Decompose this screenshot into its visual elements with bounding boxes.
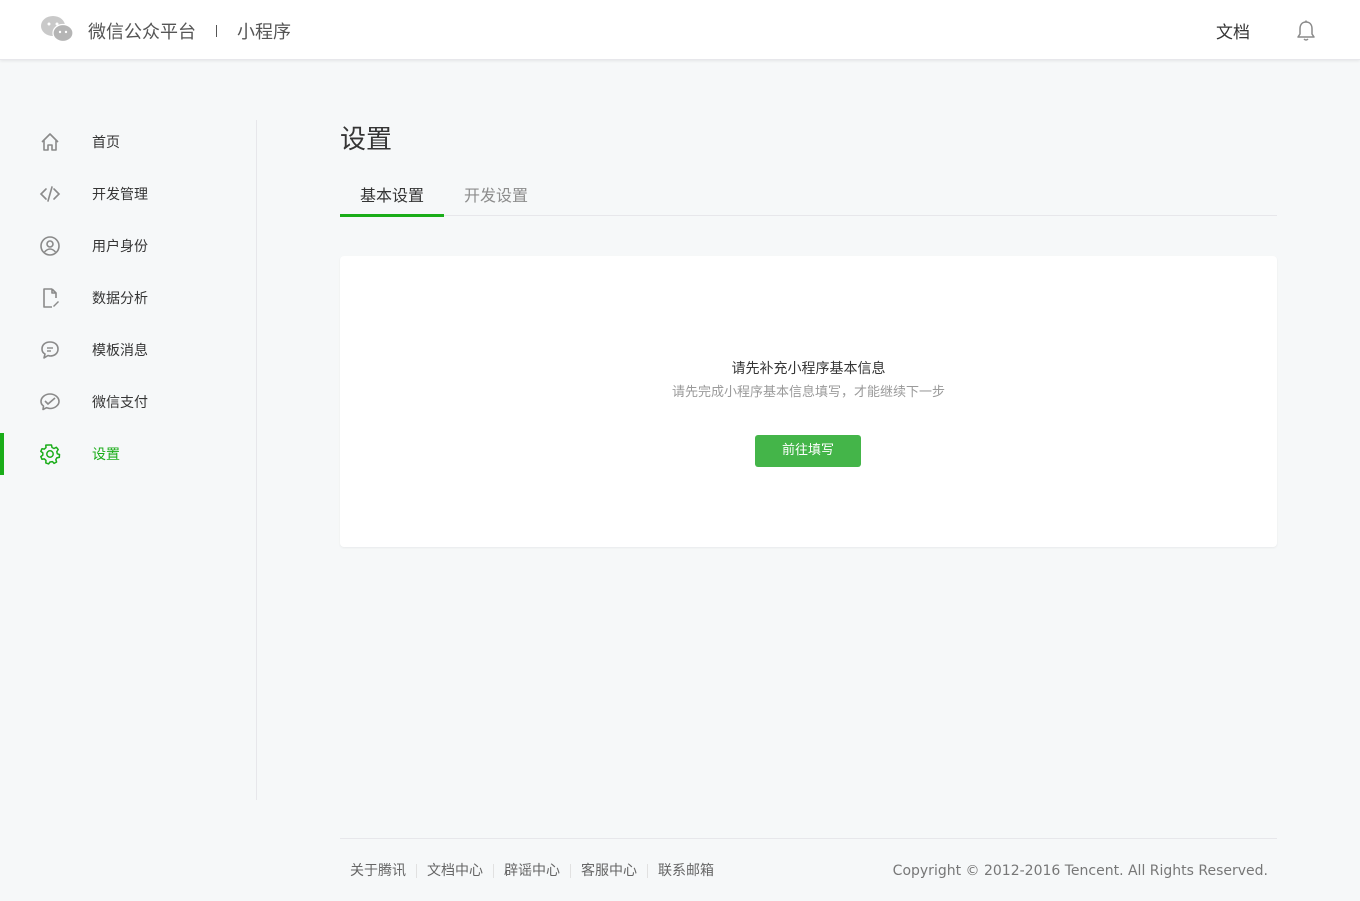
footer-links: 关于腾讯 文档中心 辟谣中心 客服中心 联系邮箱 xyxy=(340,863,724,879)
brand: 微信公众平台 小程序 xyxy=(88,18,291,44)
sidebar-item-label: 开发管理 xyxy=(92,187,148,203)
page-title: 设置 xyxy=(340,125,393,155)
sidebar-item-label: 微信支付 xyxy=(92,395,148,411)
footer: 关于腾讯 文档中心 辟谣中心 客服中心 联系邮箱 Copyright © 201… xyxy=(340,838,1277,901)
footer-link-rumor[interactable]: 辟谣中心 xyxy=(494,863,570,879)
footer-link-about[interactable]: 关于腾讯 xyxy=(340,863,416,879)
sidebar-item-dev-management[interactable]: 开发管理 xyxy=(0,168,256,220)
home-icon xyxy=(39,131,61,153)
sidebar-divider xyxy=(256,120,257,800)
sidebar-item-label: 数据分析 xyxy=(92,291,148,307)
user-icon xyxy=(39,235,61,257)
bell-icon[interactable] xyxy=(1296,20,1316,42)
card-title: 请先补充小程序基本信息 xyxy=(731,361,886,377)
tab-basic-settings[interactable]: 基本设置 xyxy=(340,178,445,217)
header-actions: 文档 xyxy=(1216,18,1316,43)
footer-link-docs[interactable]: 文档中心 xyxy=(417,863,493,879)
sidebar: 首页 开发管理 用户身份 数据分析 模板消息 微信支付 设置 xyxy=(0,116,256,480)
sidebar-item-home[interactable]: 首页 xyxy=(0,116,256,168)
sidebar-item-label: 模板消息 xyxy=(92,343,148,359)
code-icon xyxy=(39,183,61,205)
sidebar-item-wechat-pay[interactable]: 微信支付 xyxy=(0,376,256,428)
copyright: Copyright © 2012-2016 Tencent. All Right… xyxy=(892,863,1268,879)
sidebar-item-label: 用户身份 xyxy=(92,239,148,255)
footer-link-support[interactable]: 客服中心 xyxy=(571,863,647,879)
card-description: 请先完成小程序基本信息填写，才能继续下一步 xyxy=(671,385,945,400)
payment-icon xyxy=(39,391,61,413)
footer-link-email[interactable]: 联系邮箱 xyxy=(648,863,724,879)
go-fill-button[interactable]: 前往填写 xyxy=(755,435,861,467)
brand-separator xyxy=(216,25,217,37)
product-name: 小程序 xyxy=(237,22,291,43)
top-header: 微信公众平台 小程序 文档 xyxy=(0,0,1360,60)
sidebar-item-settings[interactable]: 设置 xyxy=(0,428,256,480)
tab-dev-settings[interactable]: 开发设置 xyxy=(444,178,548,216)
brand-name[interactable]: 微信公众平台 xyxy=(88,18,196,44)
wechat-logo-icon[interactable] xyxy=(40,14,74,44)
main-content: 设置 基本设置 开发设置 请先补充小程序基本信息 请先完成小程序基本信息填写，才… xyxy=(340,120,1277,547)
settings-tabs: 基本设置 开发设置 xyxy=(340,178,1277,217)
doc-link[interactable]: 文档 xyxy=(1216,18,1250,43)
sidebar-item-template-message[interactable]: 模板消息 xyxy=(0,324,256,376)
sidebar-item-label: 设置 xyxy=(92,447,120,463)
document-chart-icon xyxy=(39,287,61,309)
info-prompt-card: 请先补充小程序基本信息 请先完成小程序基本信息填写，才能继续下一步 前往填写 xyxy=(340,256,1277,547)
sidebar-item-data-analysis[interactable]: 数据分析 xyxy=(0,272,256,324)
sidebar-item-label: 首页 xyxy=(92,135,120,151)
message-icon xyxy=(39,339,61,361)
gear-icon xyxy=(39,443,61,465)
sidebar-item-user-identity[interactable]: 用户身份 xyxy=(0,220,256,272)
